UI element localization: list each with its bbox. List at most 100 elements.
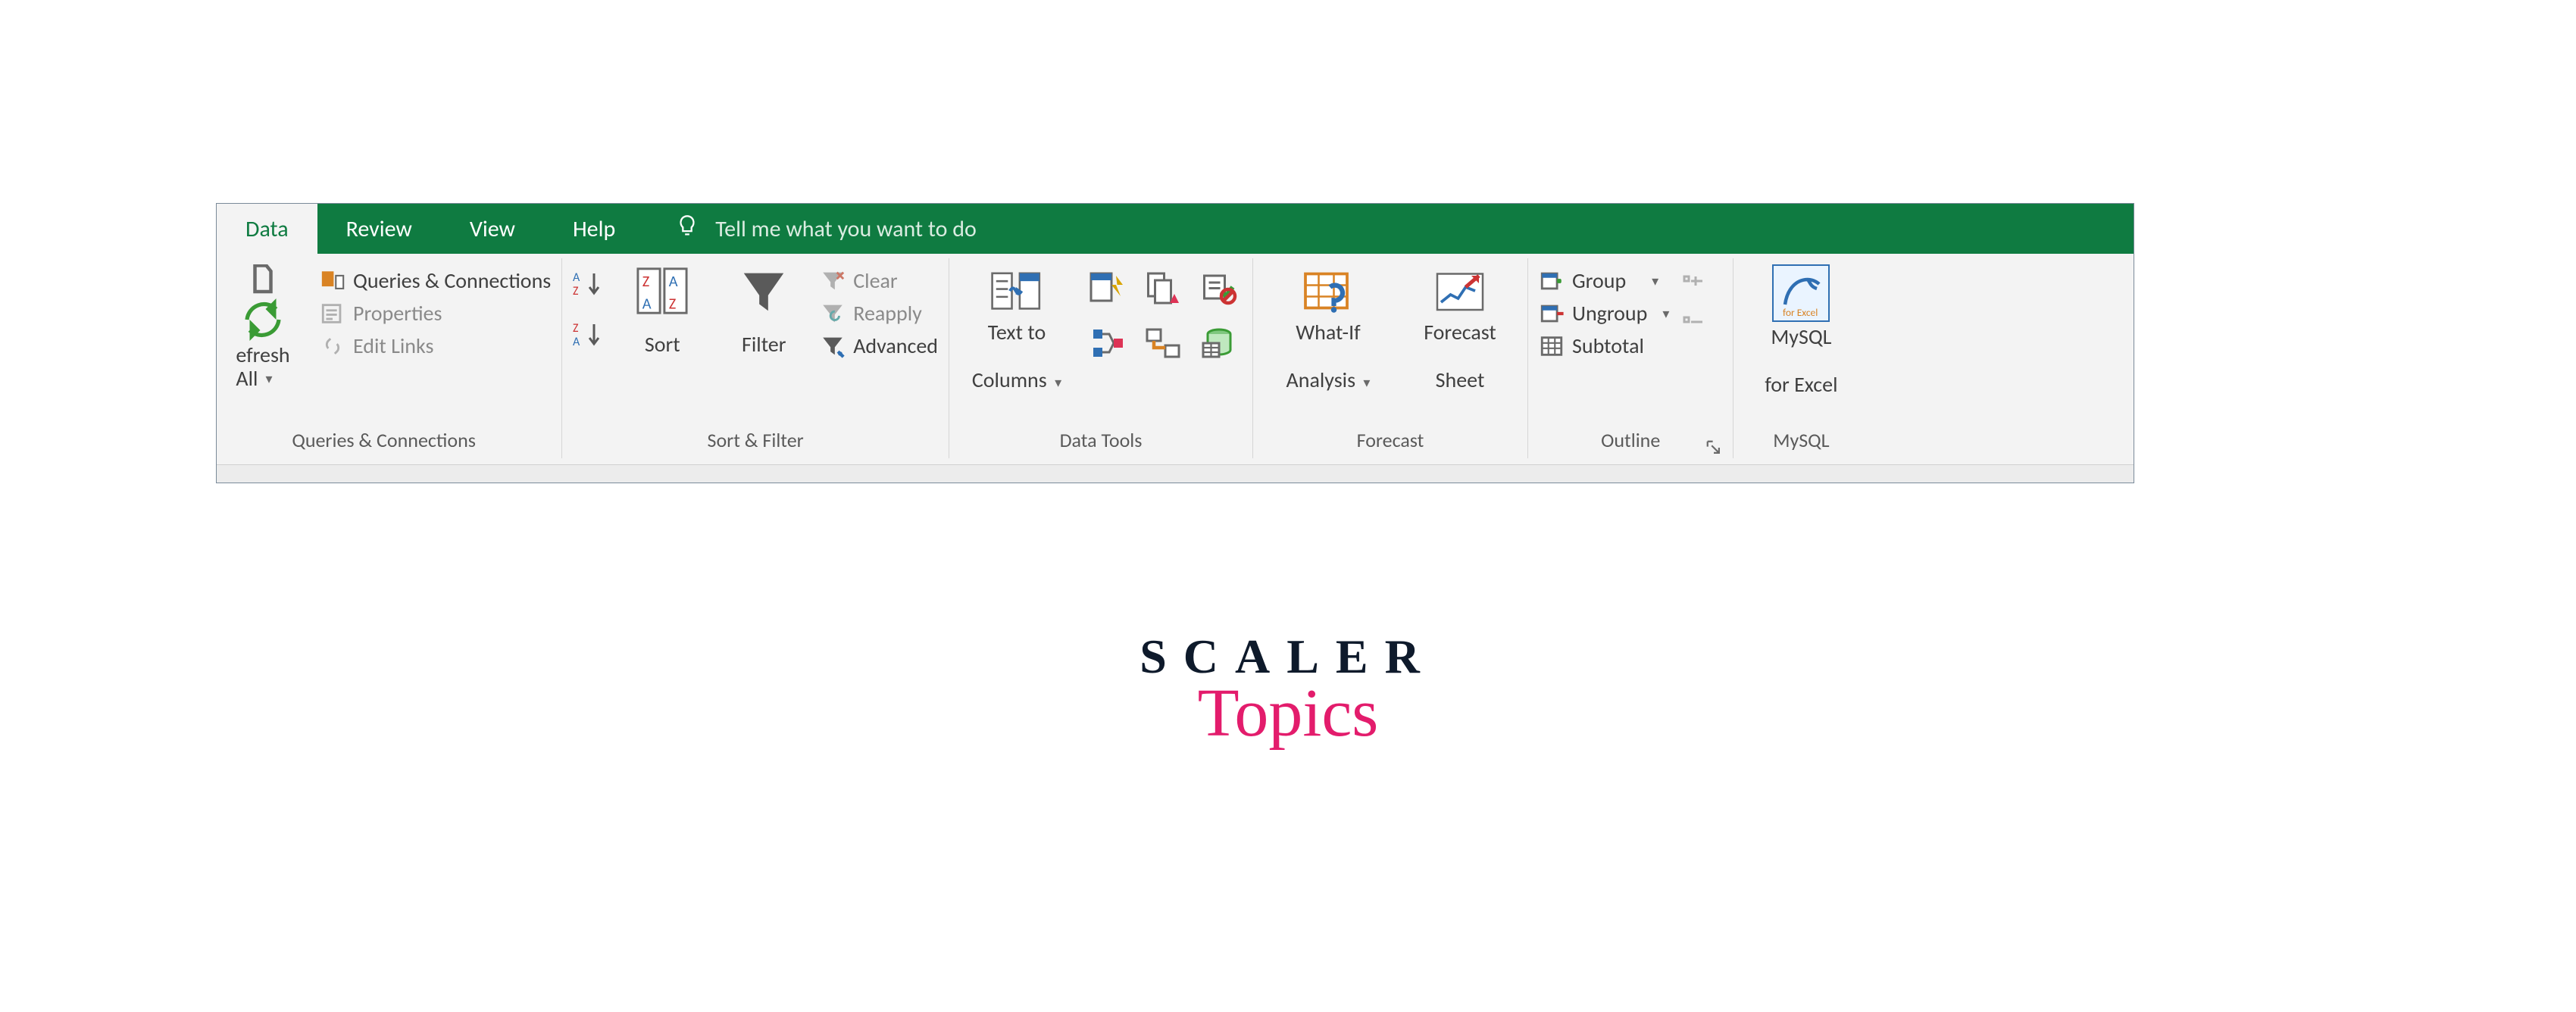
dialog-launcher-icon[interactable] <box>1705 437 1722 454</box>
subtotal-label: Subtotal <box>1572 333 1644 359</box>
tab-review[interactable]: Review <box>317 204 441 254</box>
tell-me-placeholder: Tell me what you want to do <box>715 215 977 243</box>
consolidate-button[interactable] <box>1084 320 1130 366</box>
chevron-down-icon: ▾ <box>1360 374 1370 391</box>
show-detail-button[interactable] <box>1680 267 1707 295</box>
reapply-button[interactable]: Reapply <box>820 300 938 326</box>
refresh-icon <box>236 298 289 342</box>
flash-fill-button[interactable] <box>1084 264 1130 310</box>
whatif-l1: What-If <box>1286 320 1371 344</box>
sort-label: Sort <box>645 320 680 369</box>
svg-text:Z: Z <box>669 295 677 313</box>
manage-data-model-button[interactable] <box>1196 320 1242 366</box>
refresh-all-label-line1: efresh <box>236 342 289 368</box>
subtotal-icon <box>1539 333 1565 359</box>
refresh-all-label-line2: All <box>236 367 258 390</box>
sort-button[interactable]: ZAAZ Sort <box>617 264 708 369</box>
svg-text:Z: Z <box>573 284 579 298</box>
reapply-icon <box>820 301 846 326</box>
group-outline: Group ▾ Ungroup ▾ Subtotal <box>1528 258 1733 458</box>
clear-filter-button[interactable]: Clear <box>820 267 938 294</box>
remove-duplicates-button[interactable] <box>1140 264 1186 310</box>
edit-links-icon <box>320 333 345 359</box>
group-label-queries: Queries & Connections <box>217 423 551 458</box>
svg-text:A: A <box>573 270 580 285</box>
properties-icon <box>320 301 345 326</box>
forecast-l2: Sheet <box>1424 368 1496 392</box>
tell-me-search[interactable]: Tell me what you want to do <box>644 204 2134 254</box>
what-if-analysis-button[interactable]: What-If Analysis ▾ <box>1264 264 1393 392</box>
ungroup-button[interactable]: Ungroup ▾ <box>1539 300 1669 326</box>
advanced-label: Advanced <box>853 333 938 359</box>
text-to-columns-icon <box>990 264 1043 317</box>
tab-data[interactable]: Data <box>217 204 317 254</box>
clear-icon <box>820 268 846 294</box>
svg-text:A: A <box>642 295 652 313</box>
advanced-filter-button[interactable]: Advanced <box>820 333 938 359</box>
document-icon <box>252 264 274 293</box>
sort-desc-icon[interactable]: ZA <box>573 320 606 354</box>
group-sort-filter: AZ ZA ZAAZ Sort Filter <box>562 258 949 458</box>
group-button[interactable]: Group ▾ <box>1539 267 1669 294</box>
group-mysql: for Excel MySQLfor Excel MySQL <box>1733 258 1868 458</box>
logo-bottom-text: Topics <box>1083 674 1493 752</box>
group-queries-connections: efresh All ▾ Queries & Connections Proper… <box>217 258 562 458</box>
forecast-l1: Forecast <box>1424 320 1496 344</box>
svg-text:for Excel: for Excel <box>1783 306 1818 319</box>
group-label-sortfilter: Sort & Filter <box>573 423 938 458</box>
ribbon-bottom-strip <box>217 464 2134 483</box>
funnel-icon <box>737 264 790 317</box>
chevron-down-icon: ▾ <box>262 371 272 386</box>
sort-dialog-icon: ZAAZ <box>636 264 689 317</box>
properties-label: Properties <box>353 300 442 326</box>
group-label-mysql: MySQL <box>1744 423 1858 458</box>
forecast-sheet-button[interactable]: Forecast Sheet <box>1403 264 1517 392</box>
hide-detail-button[interactable] <box>1680 308 1707 336</box>
scaler-topics-logo: SCALER Topics <box>1083 629 1493 752</box>
filter-button[interactable]: Filter <box>718 264 809 369</box>
subtotal-button[interactable]: Subtotal <box>1539 333 1669 359</box>
filter-label: Filter <box>742 320 786 369</box>
ribbon-body: efresh All ▾ Queries & Connections Proper… <box>217 254 2134 458</box>
mysql-l1: MySQL <box>1765 325 1837 348</box>
chevron-down-icon: ▾ <box>1052 374 1061 391</box>
data-validation-button[interactable] <box>1196 264 1242 310</box>
svg-text:Z: Z <box>642 273 650 291</box>
group-label-outline: Outline <box>1539 423 1722 458</box>
text-to-columns-l1: Text to <box>972 320 1061 344</box>
svg-text:A: A <box>669 273 678 291</box>
group-data-tools: Text to Columns ▾ Data Tools <box>949 258 1253 458</box>
group-label-datatools: Data Tools <box>960 423 1242 458</box>
svg-text:A: A <box>573 335 580 349</box>
group-forecast: What-If Analysis ▾ Forecast Sheet Forecast <box>1253 258 1528 458</box>
queries-and-connections-button[interactable]: Queries & Connections <box>320 267 551 294</box>
forecast-sheet-icon <box>1433 264 1487 317</box>
chevron-down-icon: ▾ <box>1659 305 1669 322</box>
mysql-icon: for Excel <box>1772 264 1830 322</box>
sort-asc-icon[interactable]: AZ <box>573 269 606 303</box>
group-icon <box>1539 268 1565 294</box>
properties-button[interactable]: Properties <box>320 300 551 326</box>
refresh-all-button[interactable]: efresh All ▾ <box>217 264 309 391</box>
advanced-icon <box>820 333 846 359</box>
svg-text:Z: Z <box>573 321 579 336</box>
ungroup-label: Ungroup <box>1572 300 1647 326</box>
tab-help[interactable]: Help <box>544 204 644 254</box>
group-label-text: Group <box>1572 267 1626 294</box>
whatif-l2: Analysis <box>1286 367 1356 393</box>
tab-view[interactable]: View <box>441 204 544 254</box>
edit-links-button[interactable]: Edit Links <box>320 333 551 359</box>
mysql-for-excel-button[interactable]: for Excel MySQLfor Excel <box>1744 264 1858 396</box>
edit-links-label: Edit Links <box>353 333 433 359</box>
relationships-button[interactable] <box>1140 320 1186 366</box>
ungroup-icon <box>1539 301 1565 326</box>
chevron-down-icon: ▾ <box>1649 273 1658 289</box>
what-if-icon <box>1302 264 1355 317</box>
ribbon-tabbar: Data Review View Help Tell me what you w… <box>217 204 2134 254</box>
group-label-forecast: Forecast <box>1264 423 1517 458</box>
text-to-columns-button[interactable]: Text to Columns ▾ <box>960 264 1074 392</box>
queries-icon <box>320 268 345 294</box>
text-to-columns-l2: Columns <box>972 367 1047 393</box>
reapply-label: Reapply <box>853 300 922 326</box>
excel-ribbon-frame: Data Review View Help Tell me what you w… <box>216 203 2134 483</box>
